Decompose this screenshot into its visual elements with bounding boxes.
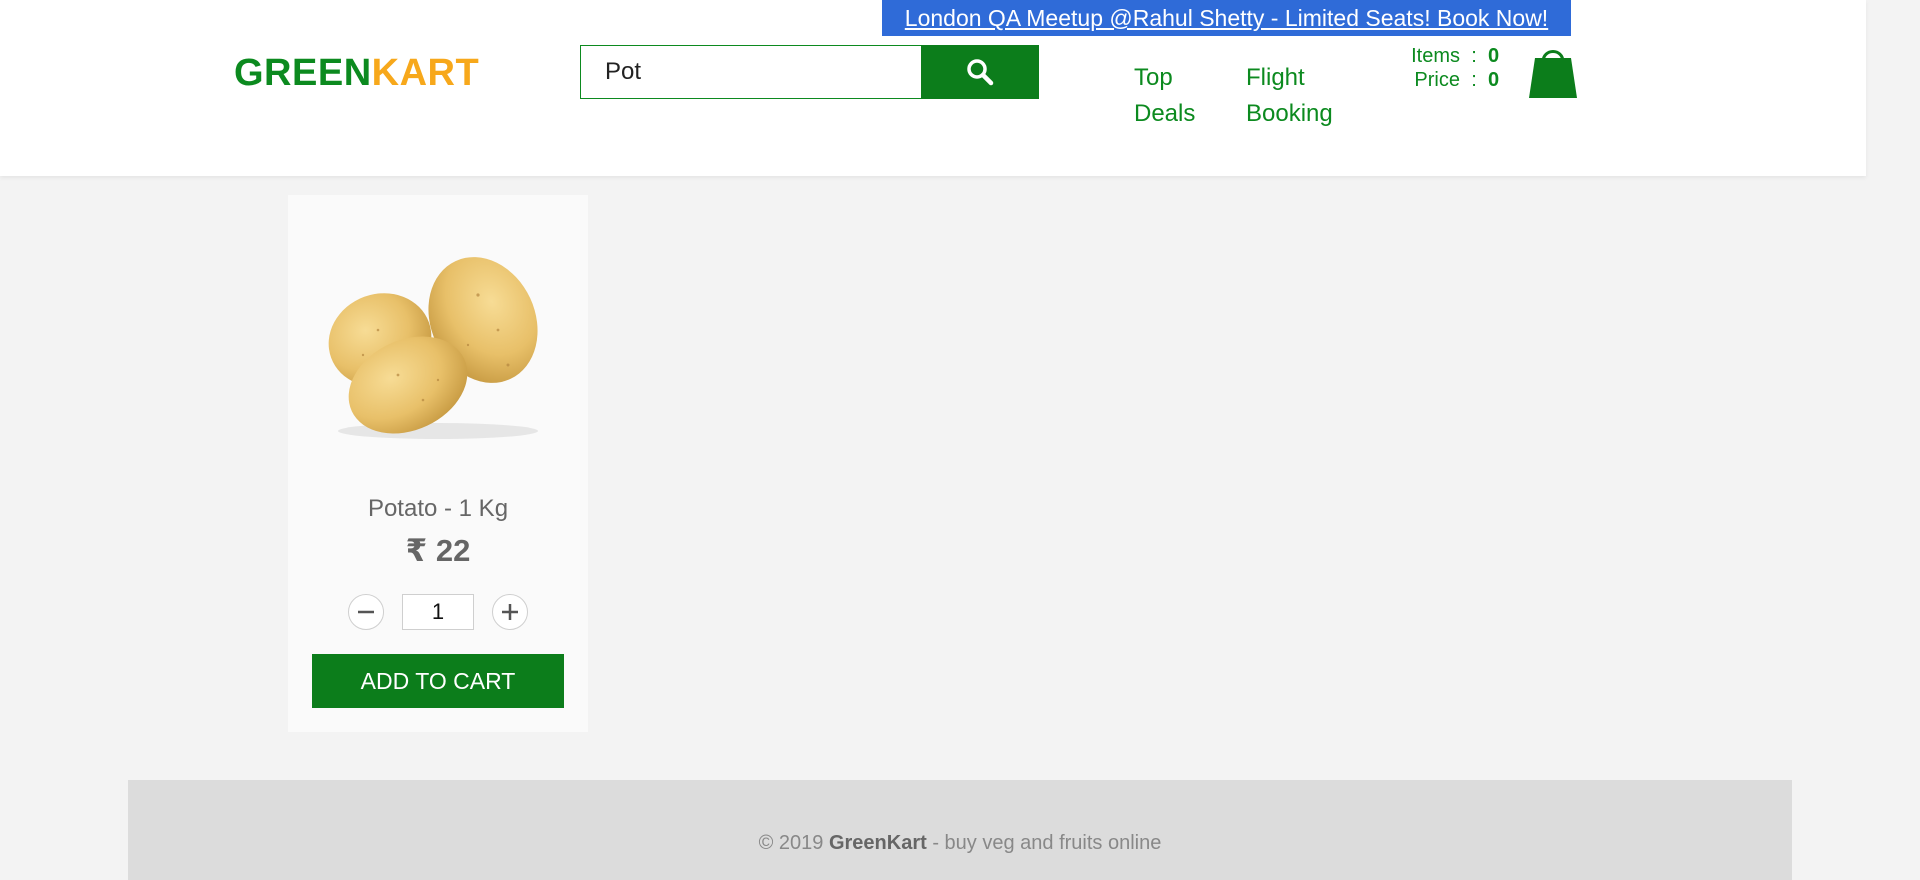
add-to-cart-button[interactable]: ADD TO CART	[312, 654, 564, 708]
nav-flight-booking[interactable]: Flight Booking	[1246, 60, 1356, 132]
decrement-button[interactable]	[348, 594, 384, 630]
cart-price-label: Price	[1414, 69, 1460, 91]
shopping-bag-icon[interactable]	[1528, 44, 1578, 100]
header: London QA Meetup @Rahul Shetty - Limited…	[0, 0, 1866, 176]
footer-brand: GreenKart	[828, 832, 927, 854]
logo: GREENKART	[234, 52, 479, 95]
product-card: Potato - 1 Kg ₹ 22 ADD TO CART	[288, 195, 588, 732]
plus-icon	[502, 604, 518, 620]
footer-tagline: - buy veg and fruits online	[932, 832, 1162, 854]
nav-top-deals[interactable]: Top Deals	[1134, 60, 1224, 132]
logo-part-green: GREEN	[234, 52, 372, 94]
footer: © 2019 GreenKart - buy veg and fruits on…	[128, 780, 1792, 880]
footer-text: © 2019 GreenKart - buy veg and fruits on…	[128, 832, 1792, 855]
cart-items-separator: :	[1471, 45, 1477, 67]
cart-price-row: Price : 0	[1380, 68, 1502, 92]
cart-items-label: Items	[1411, 45, 1460, 67]
cart-price-separator: :	[1471, 69, 1477, 91]
search-button[interactable]	[921, 45, 1039, 99]
search-input[interactable]	[580, 45, 922, 99]
product-name: Potato - 1 Kg	[367, 495, 509, 522]
promo-banner-link[interactable]: London QA Meetup @Rahul Shetty - Limited…	[882, 0, 1571, 36]
logo-part-orange: KART	[371, 52, 480, 94]
search-icon	[967, 59, 994, 86]
product-price: ₹ 22	[405, 533, 471, 568]
quantity-input[interactable]	[402, 594, 474, 630]
minus-icon	[358, 610, 374, 614]
cart-price-value: 0	[1488, 69, 1500, 91]
cart-items-value: 0	[1488, 45, 1500, 67]
potato-image	[328, 257, 538, 439]
footer-copyright: © 2019	[758, 832, 824, 854]
cart-summary: Items : 0 Price : 0	[1380, 44, 1502, 92]
increment-button[interactable]	[492, 594, 528, 630]
cart-items-row: Items : 0	[1380, 44, 1502, 68]
